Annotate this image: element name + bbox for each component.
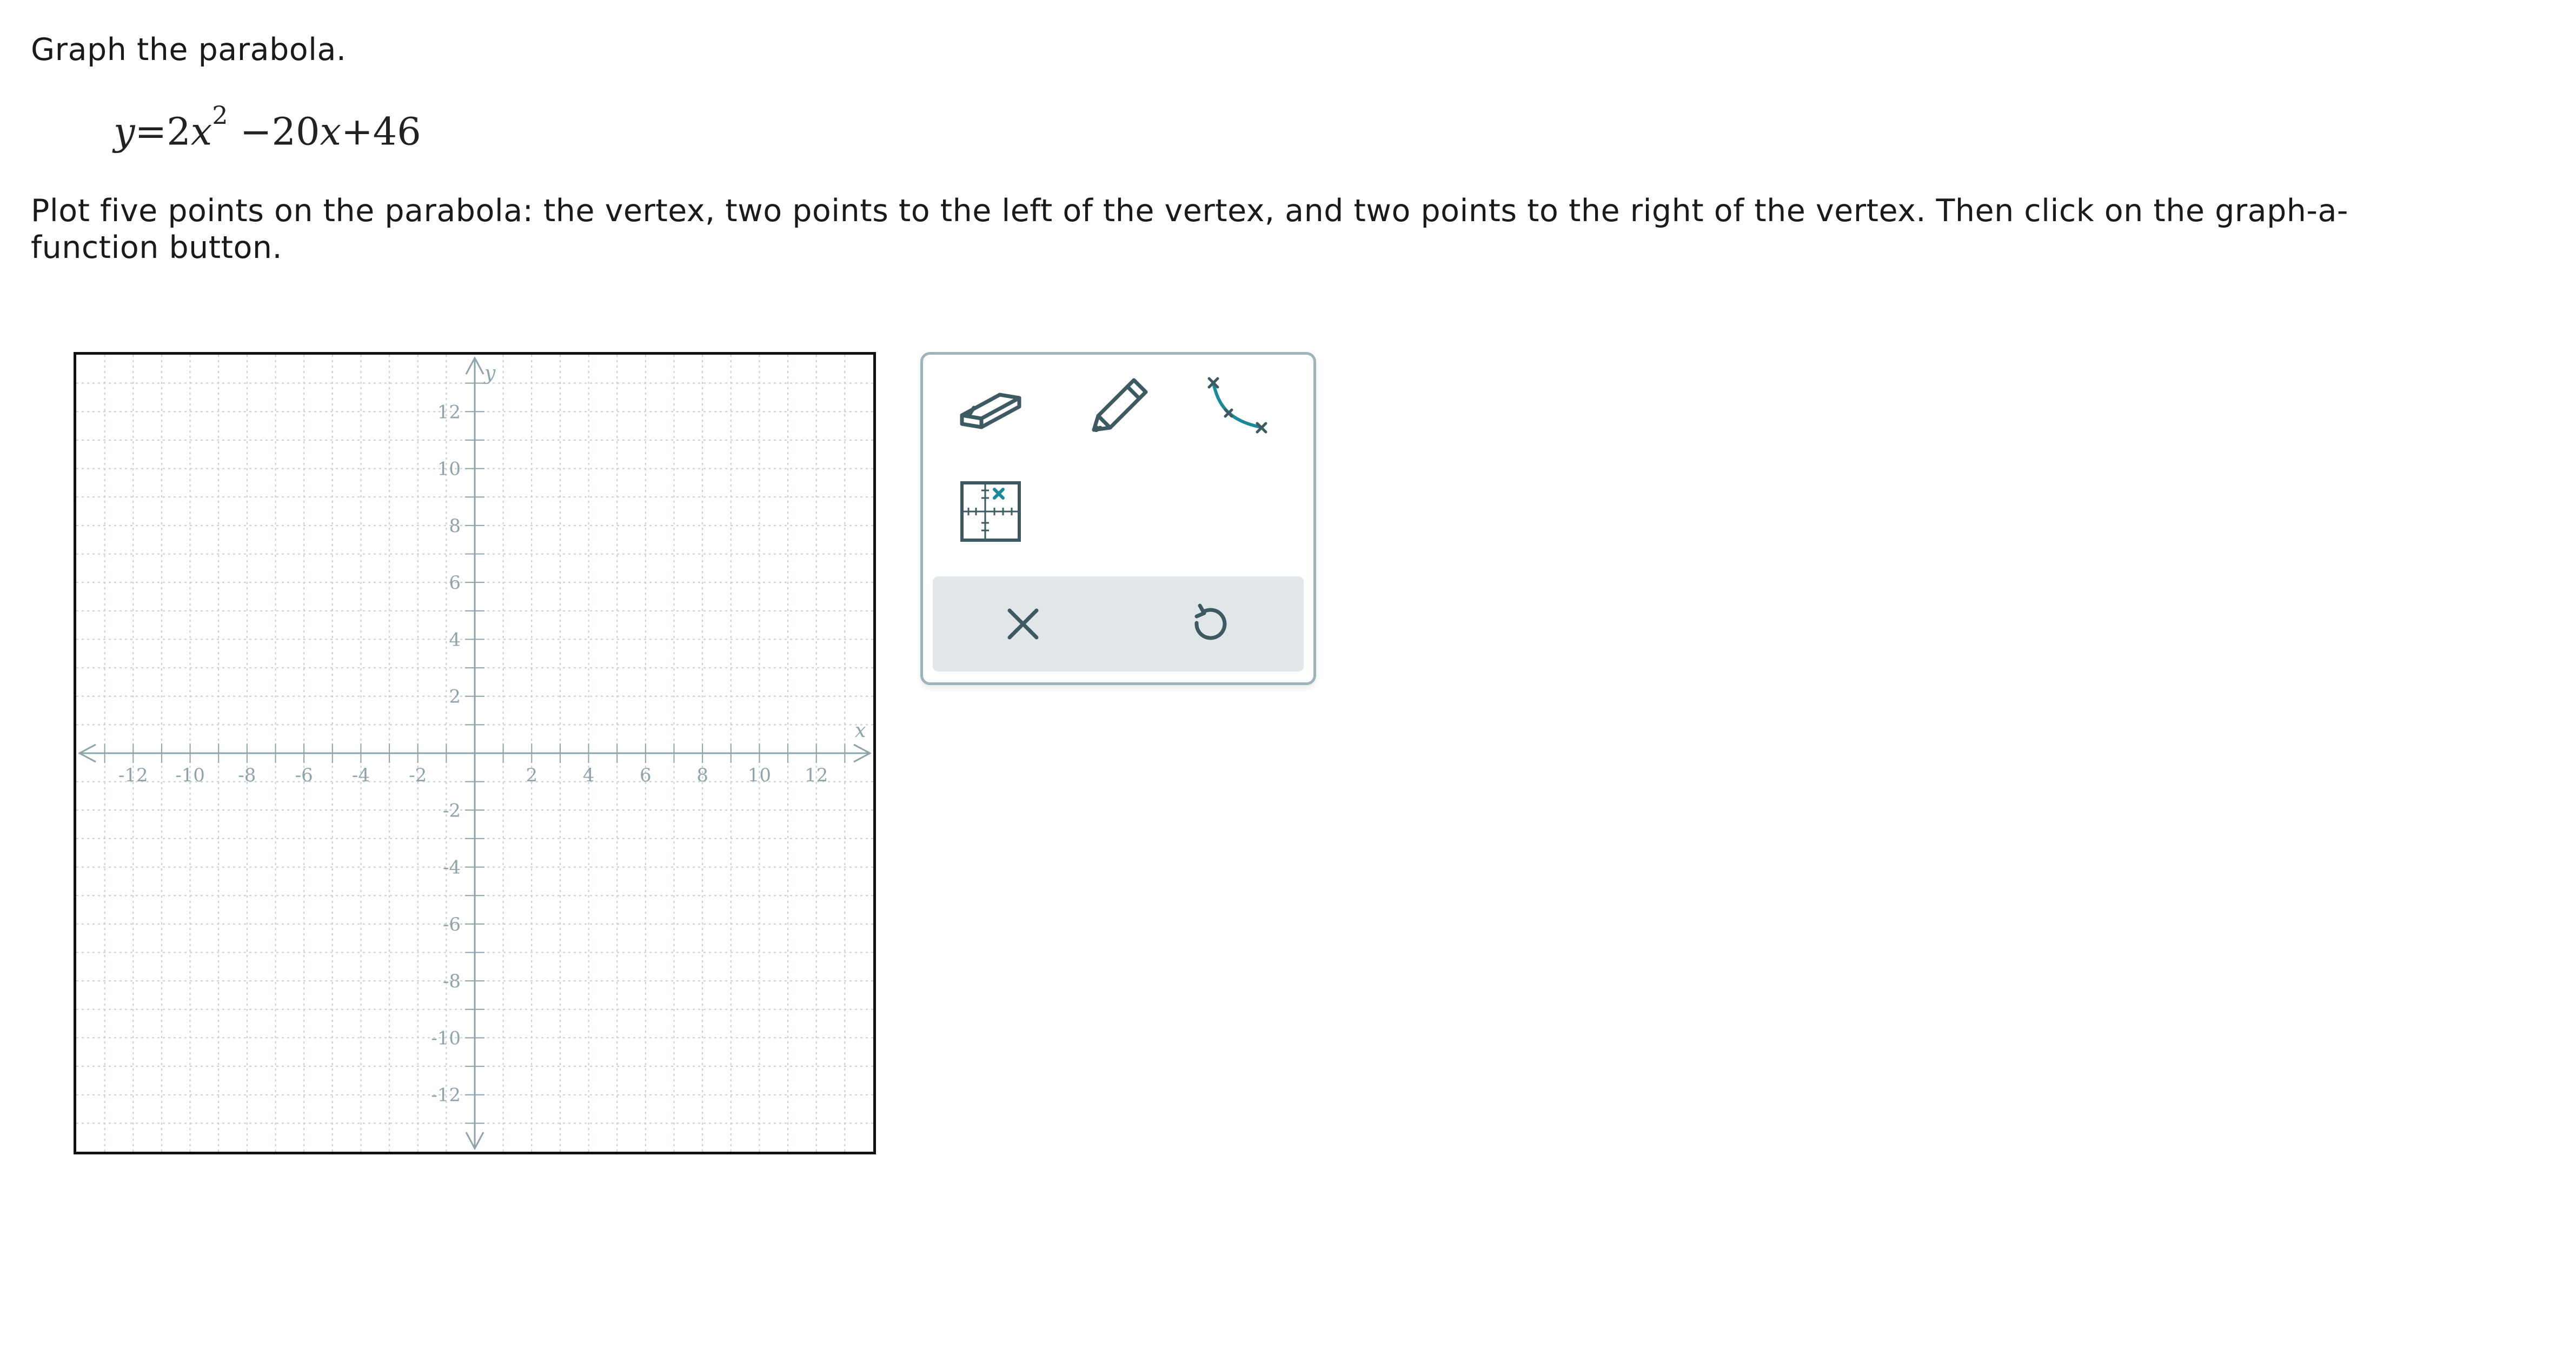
eraser-button[interactable] — [945, 366, 1037, 447]
y-tick-label: 4 — [449, 629, 461, 650]
graphing-toolbox — [920, 352, 1316, 685]
question-directions: Plot five points on the parabola: the ve… — [31, 193, 2348, 265]
x-tick-label: 6 — [640, 765, 652, 786]
coordinate-plane[interactable]: -12 -10 -8 -6 -4 -2 2 4 6 8 10 12 12 10 8 6 4 2 -2 -4 -6 -8 -1… — [76, 355, 873, 1152]
close-icon — [1007, 608, 1039, 640]
grid-point-icon — [960, 481, 1021, 542]
curve-icon — [1207, 377, 1267, 434]
x-tick-label: -8 — [238, 765, 256, 786]
equation-constant: 46 — [373, 109, 421, 154]
y-tick-label: -8 — [443, 971, 461, 992]
undo-button[interactable] — [1180, 594, 1239, 654]
graphing-canvas[interactable]: -12 -10 -8 -6 -4 -2 2 4 6 8 10 12 12 10 8 6 4 2 -2 -4 -6 -8 -1… — [74, 352, 876, 1154]
x-tick-label: -12 — [118, 765, 148, 786]
y-tick-label: -2 — [443, 800, 461, 821]
equation-equals: = — [135, 109, 167, 154]
question-prompt: Graph the parabola. — [31, 32, 347, 68]
clear-button[interactable] — [993, 594, 1053, 654]
y-tick-label: -12 — [431, 1085, 461, 1106]
undo-icon — [1194, 603, 1227, 640]
x-tick-label: 2 — [526, 765, 537, 786]
pencil-tip — [1093, 426, 1099, 432]
y-tick-label: -6 — [443, 914, 461, 935]
equation-x: x — [320, 109, 341, 154]
equation-x-squared: x — [190, 109, 213, 154]
y-tick-label: 10 — [437, 459, 461, 480]
x-tick-label: 4 — [583, 765, 595, 786]
y-tick-label: -4 — [443, 857, 461, 879]
x-tick-label: 12 — [805, 765, 828, 786]
eraser-icon — [960, 393, 1021, 429]
x-tick-label: 8 — [696, 765, 708, 786]
x-tick-label: -6 — [295, 765, 313, 786]
y-tick-label: 8 — [449, 515, 461, 537]
y-tick-label: -10 — [431, 1027, 461, 1049]
equation-y: y — [114, 109, 135, 154]
graph-a-function-button[interactable] — [1193, 366, 1285, 447]
y-tick-label: 12 — [437, 401, 461, 423]
equation-coefficient-b: 20 — [271, 109, 320, 154]
pencil-icon — [1092, 378, 1148, 432]
pencil-button[interactable] — [1073, 366, 1165, 447]
x-tick-label: 10 — [748, 765, 771, 786]
x-tick-label: -2 — [409, 765, 427, 786]
equation-exponent: 2 — [212, 101, 228, 130]
y-tick-label: 6 — [449, 572, 461, 594]
equation-coefficient-a: 2 — [167, 109, 191, 154]
equation: y=2x2 −20x+46 — [114, 101, 421, 154]
x-tick-label: -10 — [175, 765, 205, 786]
y-tick-label: 2 — [449, 686, 461, 708]
equation-minus: − — [240, 109, 272, 154]
equation-plus: + — [341, 109, 373, 154]
point-tool-button[interactable] — [945, 471, 1037, 552]
action-bar — [933, 576, 1304, 672]
y-axis-label: y — [483, 362, 496, 384]
x-axis-label: x — [855, 720, 866, 742]
x-tick-label: -4 — [352, 765, 370, 786]
